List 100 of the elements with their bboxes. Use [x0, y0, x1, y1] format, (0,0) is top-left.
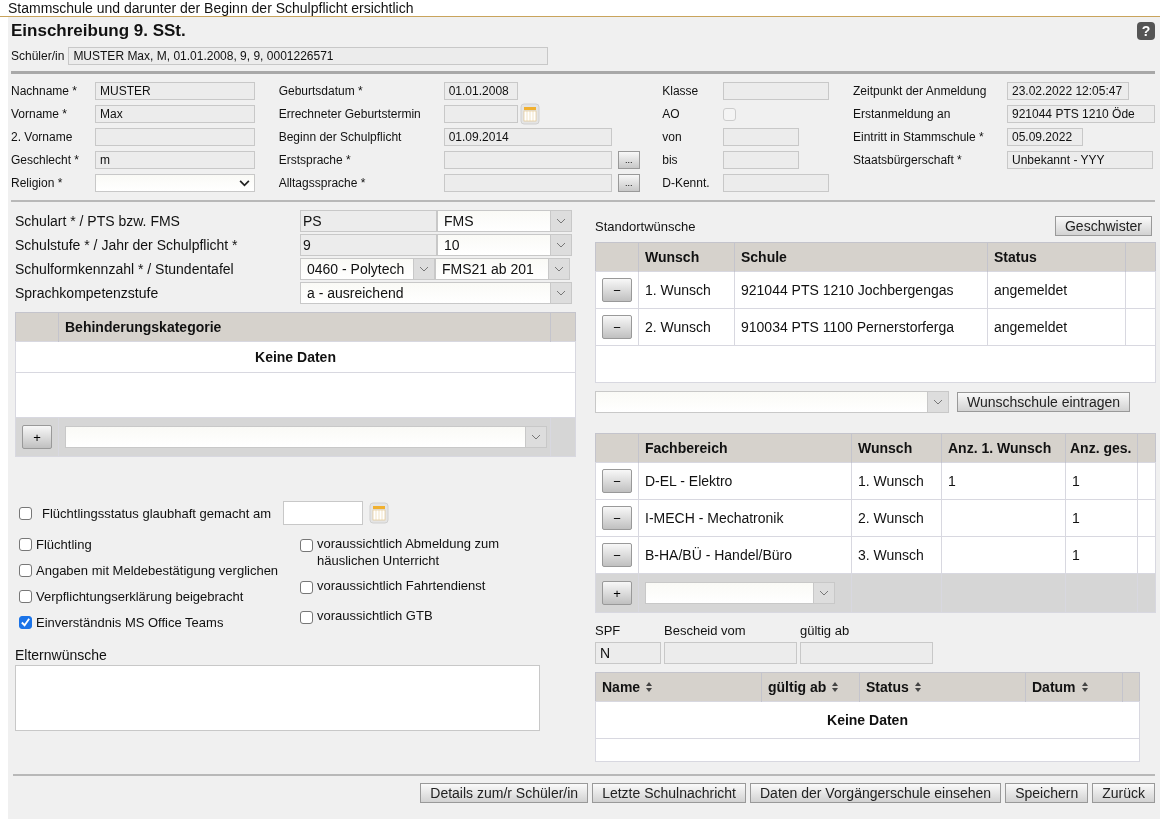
- column-header: Wunsch: [851, 433, 942, 463]
- action-button[interactable]: Daten der Vorgängerschule einsehen: [750, 783, 1002, 803]
- table-cell: angemeldet: [987, 271, 1126, 309]
- field-label: Erstsprache *: [278, 153, 352, 167]
- siblings-button[interactable]: Geschwister: [1054, 216, 1152, 236]
- picker-button[interactable]: ...: [617, 174, 640, 192]
- table-cell: 910034 PTS 1100 Pernerstorferga: [734, 308, 988, 346]
- remove-button[interactable]: −: [602, 506, 632, 530]
- checkbox-label: Angaben mit Meldebestätigung verglichen: [36, 562, 279, 578]
- checkbox-label: voraussichtlich GTB: [317, 607, 434, 624]
- table-cell: 3. Wunsch: [851, 536, 942, 574]
- column-header: Behinderungskategorie: [58, 312, 551, 342]
- help-button[interactable]: ?: [1137, 22, 1155, 40]
- table-cell: 1. Wunsch: [638, 271, 735, 309]
- remove-button[interactable]: −: [602, 469, 632, 493]
- field-label: bis: [662, 153, 679, 167]
- action-button[interactable]: Speichern: [1005, 783, 1089, 803]
- add-button[interactable]: +: [22, 425, 52, 449]
- table-cell: 1. Wunsch: [851, 462, 942, 500]
- picker-button[interactable]: ...: [617, 151, 640, 169]
- column-header: Status: [987, 242, 1126, 272]
- table-cell: 2. Wunsch: [638, 308, 735, 346]
- text-field[interactable]: m: [95, 151, 255, 169]
- text-field[interactable]: 05.09.2022: [1007, 128, 1083, 146]
- text-field[interactable]: MUSTER: [95, 82, 255, 100]
- dropdown[interactable]: a - ausreichend: [300, 282, 572, 304]
- table-cell: 2. Wunsch: [851, 499, 942, 537]
- table-cell: I-MECH - Mechatronik: [638, 499, 852, 537]
- field-label: Schulart * / PTS bzw. FMS: [15, 213, 181, 229]
- column-header: Anz. 1. Wunsch: [941, 433, 1066, 463]
- column-header: Wunsch: [638, 242, 735, 272]
- field-label: Zeitpunkt der Anmeldung: [853, 84, 988, 98]
- column-header: Schule: [734, 242, 988, 272]
- text-field[interactable]: 01.09.2014: [443, 128, 612, 146]
- field-label: Religion *: [11, 176, 64, 190]
- field-label: Alltagssprache *: [278, 176, 367, 190]
- checkbox-label: Verpflichtungserklärung beigebracht: [36, 588, 244, 604]
- action-button[interactable]: Zurück: [1092, 783, 1155, 803]
- column-header[interactable]: Datum: [1025, 672, 1123, 702]
- column-header[interactable]: Name: [595, 672, 762, 702]
- column-header[interactable]: Status: [859, 672, 1026, 702]
- text-field[interactable]: 921044 PTS 1210 Öde: [1007, 105, 1155, 123]
- checkbox-label: voraussichtlich Abmeldung zum häuslichen Unterricht: [317, 535, 501, 569]
- table-cell: B-HA/BÜ - Handel/Büro: [638, 536, 852, 574]
- table-cell: 1: [941, 462, 1066, 500]
- column-header: Anz. ges.: [1065, 433, 1138, 463]
- field-label: Staatsbürgerschaft *: [853, 153, 963, 167]
- action-button[interactable]: Details zum/r Schüler/in: [420, 783, 589, 803]
- column-header: Fachbereich: [638, 433, 852, 463]
- field-label: gültig ab: [800, 623, 851, 638]
- empty-message: Keine Daten: [255, 349, 336, 365]
- field-label: von: [662, 130, 683, 144]
- field-label: Klasse: [662, 84, 700, 98]
- field-label: Erstanmeldung an: [853, 107, 952, 121]
- field-label: Elternwünsche: [15, 647, 108, 663]
- section-label: Standortwünsche: [595, 218, 696, 234]
- field-label: Schüler/in: [11, 49, 65, 63]
- field-label: Sprachkompetenzstufe: [15, 285, 160, 301]
- table-cell: 921044 PTS 1210 Jochbergengas: [734, 271, 988, 309]
- table-cell: 1: [1065, 499, 1138, 537]
- text-field[interactable]: 01.01.2008: [443, 82, 518, 100]
- field-label: Vorname *: [11, 107, 69, 121]
- field-label: Beginn der Schulpflicht: [278, 130, 403, 144]
- page-title: Einschreibung 9. SSt.: [11, 21, 186, 41]
- checkbox-label: Flüchtlingsstatus glaubhaft gemacht am: [42, 505, 272, 521]
- checkbox-label: voraussichtlich Fahrtendienst: [317, 577, 487, 594]
- empty-message: Keine Daten: [827, 712, 908, 728]
- column-header[interactable]: gültig ab: [761, 672, 860, 702]
- action-button[interactable]: Letzte Schulnachricht: [592, 783, 746, 803]
- field-label: D-Kennt.: [662, 176, 711, 190]
- field-label: SPF: [595, 623, 622, 638]
- field-label: Errechneter Geburtstermin: [278, 107, 422, 121]
- text-field[interactable]: Max: [95, 105, 255, 123]
- table-cell: angemeldet: [987, 308, 1126, 346]
- field-label: AO: [662, 107, 681, 121]
- table-cell: D-EL - Elektro: [638, 462, 852, 500]
- dropdown[interactable]: FMS: [437, 210, 572, 232]
- field-label: Geburtsdatum *: [278, 84, 364, 98]
- text-field[interactable]: PS: [300, 210, 437, 232]
- field-label: Nachname *: [11, 84, 79, 98]
- remove-button[interactable]: −: [602, 315, 632, 339]
- field-label: 2. Vorname: [11, 130, 74, 144]
- remove-button[interactable]: −: [602, 543, 632, 567]
- text-field[interactable]: 23.02.2022 12:05:47: [1007, 82, 1129, 100]
- field-label: Eintritt in Stammschule *: [853, 130, 985, 144]
- table-cell: 1: [1065, 462, 1138, 500]
- add-button[interactable]: +: [602, 581, 632, 605]
- checkbox-label: Flüchtling: [36, 536, 92, 552]
- field-label: Geschlecht *: [11, 153, 81, 167]
- field-label: Schulstufe * / Jahr der Schulpflicht *: [15, 237, 239, 253]
- remove-button[interactable]: −: [602, 278, 632, 302]
- add-school-button[interactable]: Wunschschule eintragen: [957, 392, 1131, 412]
- dropdown[interactable]: 0460 - Polytech: [300, 258, 435, 280]
- text-field[interactable]: 9: [300, 234, 437, 256]
- field-label: Schulformkennzahl * / Stundentafel: [15, 261, 235, 277]
- dropdown[interactable]: 10: [437, 234, 572, 256]
- text-field[interactable]: Unbekannt - YYY: [1007, 151, 1153, 169]
- checkbox-label: Einverständnis MS Office Teams: [36, 614, 224, 630]
- field-label: Bescheid vom: [664, 623, 747, 638]
- dropdown[interactable]: FMS21 ab 201: [435, 258, 570, 280]
